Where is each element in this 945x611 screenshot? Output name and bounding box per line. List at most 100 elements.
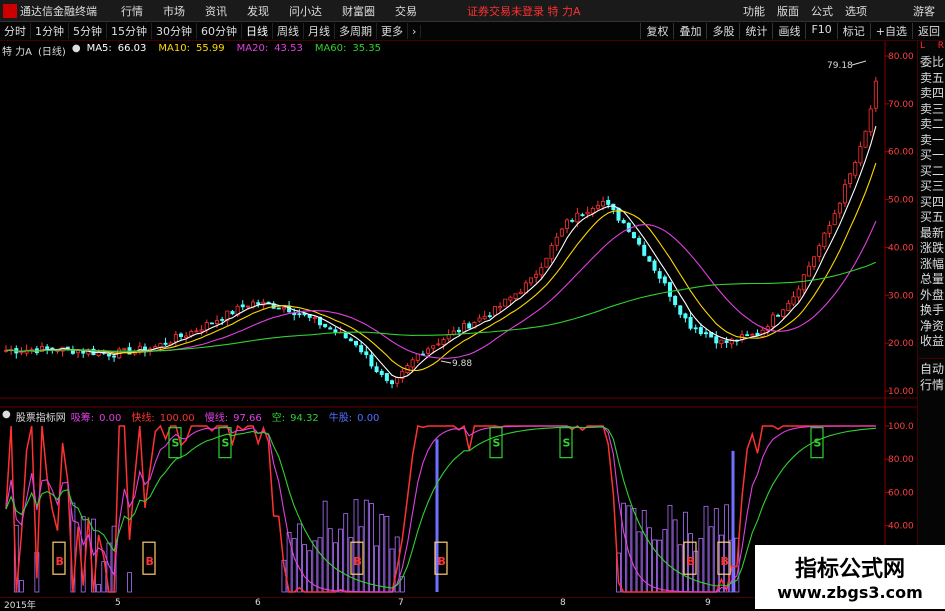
candle-body xyxy=(529,277,534,284)
candle-body xyxy=(462,323,467,333)
menu-item-ask[interactable]: 问小达 xyxy=(289,3,322,19)
tool-overlay[interactable]: 叠加 xyxy=(673,23,706,39)
sidebar-item-11[interactable]: 最新 xyxy=(918,226,945,242)
sidebar-item-12[interactable]: 涨跌 xyxy=(918,241,945,257)
app-logo-icon xyxy=(3,3,17,18)
candle-body xyxy=(673,295,678,306)
period-60min[interactable]: 60分钟 xyxy=(197,23,242,39)
candle-body xyxy=(184,335,189,339)
sidebar-item-8[interactable]: 买三 xyxy=(918,179,945,195)
absorb-bar xyxy=(631,508,637,593)
period-1min[interactable]: 1分钟 xyxy=(31,23,69,39)
tool-f10[interactable]: F10 xyxy=(805,23,836,39)
period-timeshare[interactable]: 分时 xyxy=(0,23,31,39)
buy-marker-label-4: B xyxy=(687,555,695,568)
candle-body xyxy=(256,302,261,305)
sidebar-item-13[interactable]: 涨幅 xyxy=(918,257,945,273)
user-guest[interactable]: 游客 xyxy=(913,3,935,19)
candle-body xyxy=(863,130,868,148)
sidebar-item-15[interactable]: 外盘 xyxy=(918,288,945,304)
absorb-bar xyxy=(379,514,385,593)
candle-body xyxy=(626,222,631,232)
menu-item-function[interactable]: 功能 xyxy=(743,3,765,19)
menu-item-discover[interactable]: 发现 xyxy=(247,3,269,19)
candle-body xyxy=(827,225,832,234)
settings-dot-icon[interactable]: ● xyxy=(72,43,81,57)
tool-back[interactable]: 返回 xyxy=(912,23,945,39)
sidebar-item-0[interactable]: 委比 xyxy=(918,55,945,71)
sidebar-item-6[interactable]: 买一 xyxy=(918,148,945,164)
date-tick-1: 5 xyxy=(115,598,121,608)
sidebar-quote[interactable]: 行情 xyxy=(918,377,945,393)
absorb-bar xyxy=(636,531,642,593)
settings-dot-icon[interactable]: ● xyxy=(2,409,11,423)
period-monthly[interactable]: 月线 xyxy=(304,23,335,39)
tool-draw[interactable]: 画线 xyxy=(772,23,805,39)
ind-field-fast: 快线: 100.00 xyxy=(131,413,195,424)
watermark-title: 指标公式网 xyxy=(794,557,905,582)
date-tick-3: 7 xyxy=(398,598,404,608)
y-tick-label-5: 30.00 xyxy=(888,291,914,301)
sidebar-item-18[interactable]: 收益 xyxy=(918,334,945,350)
chevron-right-icon[interactable]: › xyxy=(408,24,422,38)
period-weekly[interactable]: 周线 xyxy=(273,23,304,39)
indicator-name[interactable]: 股票指标网 xyxy=(16,409,66,424)
period-30min[interactable]: 30分钟 xyxy=(152,23,197,39)
menu-item-options[interactable]: 选项 xyxy=(845,3,867,19)
absorb-bar xyxy=(369,503,374,593)
candle-body xyxy=(678,305,683,315)
menu-item-layout[interactable]: 版面 xyxy=(777,3,799,19)
period-5min[interactable]: 5分钟 xyxy=(69,23,107,39)
menu-item-wealth[interactable]: 财富圈 xyxy=(342,3,375,19)
sidebar-top-l[interactable]: L xyxy=(920,41,925,55)
candle-body xyxy=(750,333,755,336)
sidebar-item-2[interactable]: 卖四 xyxy=(918,86,945,102)
candle-body xyxy=(580,214,585,217)
sidebar-item-1[interactable]: 卖五 xyxy=(918,71,945,87)
sidebar-top-r[interactable]: R xyxy=(938,41,944,55)
sidebar-item-7[interactable]: 买二 xyxy=(918,164,945,180)
candle-body xyxy=(173,334,178,343)
tool-mark[interactable]: 标记 xyxy=(836,23,870,39)
candle-body xyxy=(616,207,621,221)
menu-item-market[interactable]: 行情 xyxy=(121,3,143,19)
period-multi[interactable]: 多周期 xyxy=(335,23,377,39)
y-tick-label-0: 80.00 xyxy=(888,52,914,62)
sidebar-item-5[interactable]: 卖一 xyxy=(918,133,945,149)
period-daily[interactable]: 日线 xyxy=(242,23,273,39)
candle-body xyxy=(45,346,50,349)
menu-item-news[interactable]: 资讯 xyxy=(205,3,227,19)
sidebar-item-9[interactable]: 买四 xyxy=(918,195,945,211)
y-tick-label-4: 40.00 xyxy=(888,243,914,253)
tool-stats[interactable]: 统计 xyxy=(739,23,772,39)
tool-adjust[interactable]: 复权 xyxy=(640,23,673,39)
sidebar-item-10[interactable]: 买五 xyxy=(918,210,945,226)
chart-area[interactable]: 80.00 70.00 60.00 50.00 40.00 30.00 20.00 10.00… xyxy=(0,41,917,597)
period-more[interactable]: 更多 xyxy=(377,23,408,39)
ind-tick-label-2: 60.00 xyxy=(888,488,914,498)
candle-body xyxy=(364,351,369,356)
menu-item-trade[interactable]: 交易 xyxy=(395,3,417,19)
candle-body xyxy=(456,329,461,333)
sidebar-item-14[interactable]: 总量 xyxy=(918,272,945,288)
sidebar-item-4[interactable]: 卖二 xyxy=(918,117,945,133)
bull-signal-bar-0 xyxy=(435,439,439,592)
sidebar-item-3[interactable]: 卖三 xyxy=(918,102,945,118)
absorb-bar xyxy=(322,500,328,593)
candle-body xyxy=(333,329,338,333)
sidebar-item-16[interactable]: 换手 xyxy=(918,303,945,319)
candle-body xyxy=(209,322,214,325)
menu-item-board[interactable]: 市场 xyxy=(163,3,185,19)
candle-body xyxy=(369,354,374,367)
absorb-bar xyxy=(127,572,132,593)
menu-item-formula[interactable]: 公式 xyxy=(811,3,833,19)
tool-add-watchlist[interactable]: +自选 xyxy=(869,23,912,39)
absorb-bar xyxy=(338,528,343,593)
sidebar-auto[interactable]: 自动 xyxy=(918,361,945,377)
candle-body xyxy=(842,184,847,204)
period-15min[interactable]: 15分钟 xyxy=(107,23,152,39)
buy-marker-label-1: B xyxy=(146,555,154,568)
sidebar-item-17[interactable]: 净资 xyxy=(918,319,945,335)
tool-multi-stock[interactable]: 多股 xyxy=(706,23,739,39)
candle-body xyxy=(245,305,250,308)
